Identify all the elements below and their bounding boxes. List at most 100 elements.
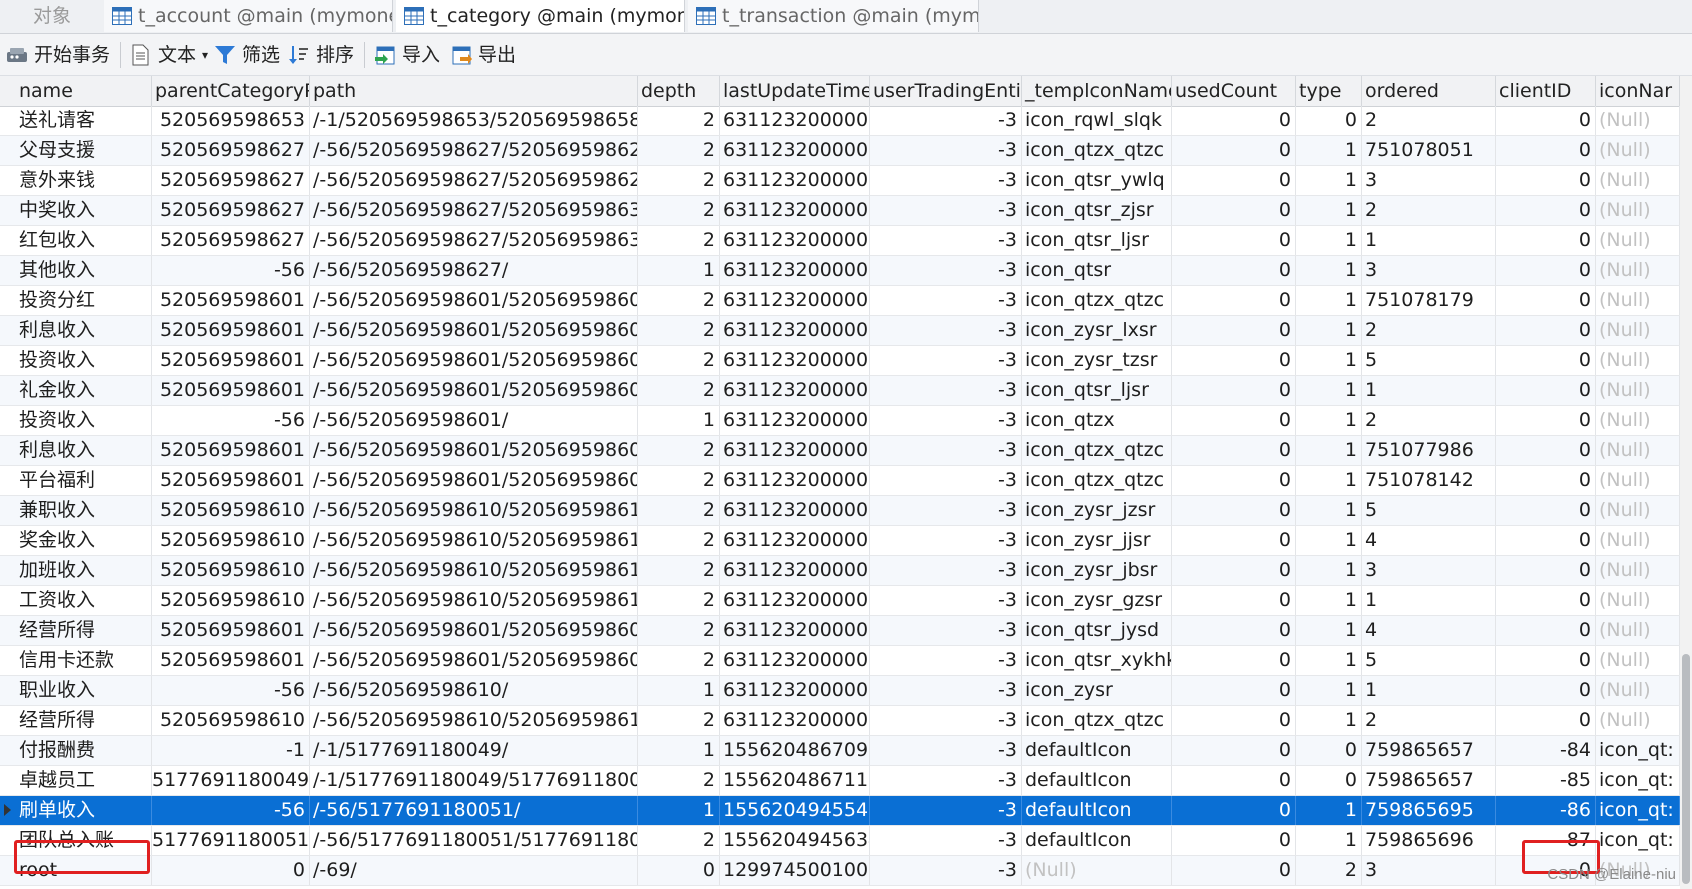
table-cell[interactable]: 2 bbox=[638, 376, 720, 405]
table-cell[interactable]: 0 bbox=[1172, 706, 1296, 735]
table-cell[interactable]: /-56/520569598610/520569598615/ bbox=[310, 586, 638, 615]
table-cell[interactable]: 0 bbox=[152, 856, 310, 885]
table-cell[interactable]: 0 bbox=[1496, 706, 1596, 735]
table-cell[interactable]: 631123200000 bbox=[720, 616, 870, 645]
table-cell[interactable]: 3 bbox=[1362, 256, 1496, 285]
table-cell[interactable]: 751077986 bbox=[1362, 436, 1496, 465]
table-cell[interactable]: icon_zysr_jbsr bbox=[1022, 556, 1172, 585]
table-cell[interactable]: 经营所得 bbox=[16, 706, 152, 735]
table-cell[interactable]: /-56/520569598627/ bbox=[310, 256, 638, 285]
table-cell[interactable]: 0 bbox=[1172, 346, 1296, 375]
table-cell[interactable]: 631123200000 bbox=[720, 196, 870, 225]
table-cell[interactable]: 631123200000 bbox=[720, 346, 870, 375]
table-cell[interactable]: 1 bbox=[1362, 376, 1496, 405]
table-cell[interactable]: /-56/520569598610/ bbox=[310, 676, 638, 705]
table-cell[interactable]: -3 bbox=[870, 766, 1022, 795]
table-cell[interactable]: -1 bbox=[152, 736, 310, 765]
table-cell[interactable]: icon_qtzx bbox=[1022, 406, 1172, 435]
table-cell[interactable]: 0 bbox=[1496, 616, 1596, 645]
table-cell[interactable]: icon_zysr_gzsr bbox=[1022, 586, 1172, 615]
table-cell[interactable]: /-1/520569598653/520569598658/ bbox=[310, 106, 638, 135]
table-cell[interactable]: 751078051 bbox=[1362, 136, 1496, 165]
table-row[interactable]: 其他收入 -56/-56/520569598627/1 631123200000 -3… bbox=[0, 256, 1680, 286]
scrollbar-thumb[interactable] bbox=[1682, 654, 1690, 884]
table-row[interactable]: 父母支援 520569598627/-56/520569598627/520569… bbox=[0, 136, 1680, 166]
table-cell[interactable]: 0 bbox=[1172, 676, 1296, 705]
table-row[interactable]: 加班收入 520569598610/-56/520569598610/520569… bbox=[0, 556, 1680, 586]
table-cell[interactable]: -3 bbox=[870, 136, 1022, 165]
tab-t-account[interactable]: t_account @main (mymone... bbox=[104, 0, 393, 32]
table-cell[interactable]: (Null) bbox=[1596, 526, 1680, 555]
table-row[interactable]: 卓越员工 5177691180049/-1/5177691180049/51776… bbox=[0, 766, 1680, 796]
table-cell[interactable]: -3 bbox=[870, 406, 1022, 435]
table-cell[interactable]: 631123200000 bbox=[720, 106, 870, 135]
table-cell[interactable]: (Null) bbox=[1596, 496, 1680, 525]
table-cell[interactable]: 0 bbox=[1496, 586, 1596, 615]
table-cell[interactable]: 631123200000 bbox=[720, 706, 870, 735]
table-row[interactable]: 投资分红 520569598601/-56/520569598601/520569… bbox=[0, 286, 1680, 316]
table-cell[interactable]: 2 bbox=[638, 316, 720, 345]
table-cell[interactable]: (Null) bbox=[1596, 586, 1680, 615]
table-cell[interactable]: 1 bbox=[1362, 676, 1496, 705]
table-row[interactable]: 职业收入 -56/-56/520569598610/1 631123200000 -3… bbox=[0, 676, 1680, 706]
table-cell[interactable]: 631123200000 bbox=[720, 466, 870, 495]
table-cell[interactable]: 投资收入 bbox=[16, 346, 152, 375]
table-cell[interactable]: 2 bbox=[638, 346, 720, 375]
table-cell[interactable]: 0 bbox=[1496, 646, 1596, 675]
table-cell[interactable]: 0 bbox=[1496, 316, 1596, 345]
table-cell[interactable]: 2 bbox=[638, 196, 720, 225]
table-cell[interactable]: 2 bbox=[638, 166, 720, 195]
table-cell[interactable]: 礼金收入 bbox=[16, 376, 152, 405]
table-cell[interactable]: -3 bbox=[870, 256, 1022, 285]
table-cell[interactable]: 送礼请客 bbox=[16, 106, 152, 135]
table-cell[interactable]: 0 bbox=[1172, 466, 1296, 495]
table-cell[interactable]: 0 bbox=[1172, 376, 1296, 405]
table-cell[interactable]: icon_qt: bbox=[1596, 826, 1680, 855]
table-cell[interactable]: 5 bbox=[1362, 496, 1496, 525]
export-button[interactable]: 导出 bbox=[450, 42, 520, 68]
table-row[interactable]: 意外来钱 520569598627/-56/520569598627/520569… bbox=[0, 166, 1680, 196]
column-header[interactable]: userTradingEntity bbox=[870, 76, 1022, 106]
table-cell[interactable]: -3 bbox=[870, 286, 1022, 315]
table-cell[interactable]: /-56/520569598610/520569598611/ bbox=[310, 706, 638, 735]
table-cell[interactable]: 1 bbox=[1296, 646, 1362, 675]
table-cell[interactable]: 520569598610 bbox=[152, 706, 310, 735]
table-cell[interactable]: 5177691180049 bbox=[152, 766, 310, 795]
table-cell[interactable]: 520569598627 bbox=[152, 166, 310, 195]
table-cell[interactable]: icon_qtzx_qtzc bbox=[1022, 286, 1172, 315]
table-cell[interactable]: 520569598627 bbox=[152, 226, 310, 255]
table-cell[interactable]: 0 bbox=[1296, 106, 1362, 135]
table-cell[interactable]: 0 bbox=[1496, 286, 1596, 315]
table-cell[interactable]: 0 bbox=[1172, 496, 1296, 525]
table-cell[interactable]: /-56/520569598601/520569598609/ bbox=[310, 646, 638, 675]
table-cell[interactable]: 0 bbox=[1172, 736, 1296, 765]
table-row-selected[interactable]: 刷单收入 -56/-56/5177691180051/1 1556204945547… bbox=[0, 796, 1680, 826]
table-cell[interactable]: /-56/520569598601/520569598604/ bbox=[310, 286, 638, 315]
table-row[interactable]: 工资收入 520569598610/-56/520569598610/520569… bbox=[0, 586, 1680, 616]
table-cell[interactable]: 759865657 bbox=[1362, 736, 1496, 765]
table-cell[interactable]: -3 bbox=[870, 526, 1022, 555]
table-cell[interactable]: -3 bbox=[870, 616, 1022, 645]
table-cell[interactable]: 0 bbox=[1172, 286, 1296, 315]
table-cell[interactable]: icon_zysr_lxsr bbox=[1022, 316, 1172, 345]
table-cell[interactable]: 1 bbox=[1296, 616, 1362, 645]
table-cell[interactable]: -3 bbox=[870, 196, 1022, 225]
table-cell[interactable]: 0 bbox=[1496, 466, 1596, 495]
table-cell[interactable]: 1 bbox=[1296, 826, 1362, 855]
table-cell[interactable]: icon_qtsr_jysd bbox=[1022, 616, 1172, 645]
table-cell[interactable]: 631123200000 bbox=[720, 166, 870, 195]
table-row[interactable]: 信用卡还款 520569598601/-56/520569598601/52056… bbox=[0, 646, 1680, 676]
table-cell[interactable]: 631123200000 bbox=[720, 436, 870, 465]
table-cell[interactable]: 1 bbox=[1296, 406, 1362, 435]
table-cell[interactable]: 1 bbox=[1362, 226, 1496, 255]
table-row[interactable]: 付报酬费 -1/-1/5177691180049/1 1556204867099 -3… bbox=[0, 736, 1680, 766]
table-cell[interactable]: 投资收入 bbox=[16, 406, 152, 435]
table-cell[interactable]: icon_zysr bbox=[1022, 676, 1172, 705]
table-cell[interactable]: 5 bbox=[1362, 346, 1496, 375]
table-cell[interactable]: 1299745001000 bbox=[720, 856, 870, 885]
table-cell[interactable]: 1 bbox=[638, 796, 720, 825]
table-cell[interactable]: 0 bbox=[1172, 766, 1296, 795]
table-cell[interactable]: icon_qt: bbox=[1596, 796, 1680, 825]
table-cell[interactable]: defaultIcon bbox=[1022, 796, 1172, 825]
table-cell[interactable]: 0 bbox=[1172, 166, 1296, 195]
